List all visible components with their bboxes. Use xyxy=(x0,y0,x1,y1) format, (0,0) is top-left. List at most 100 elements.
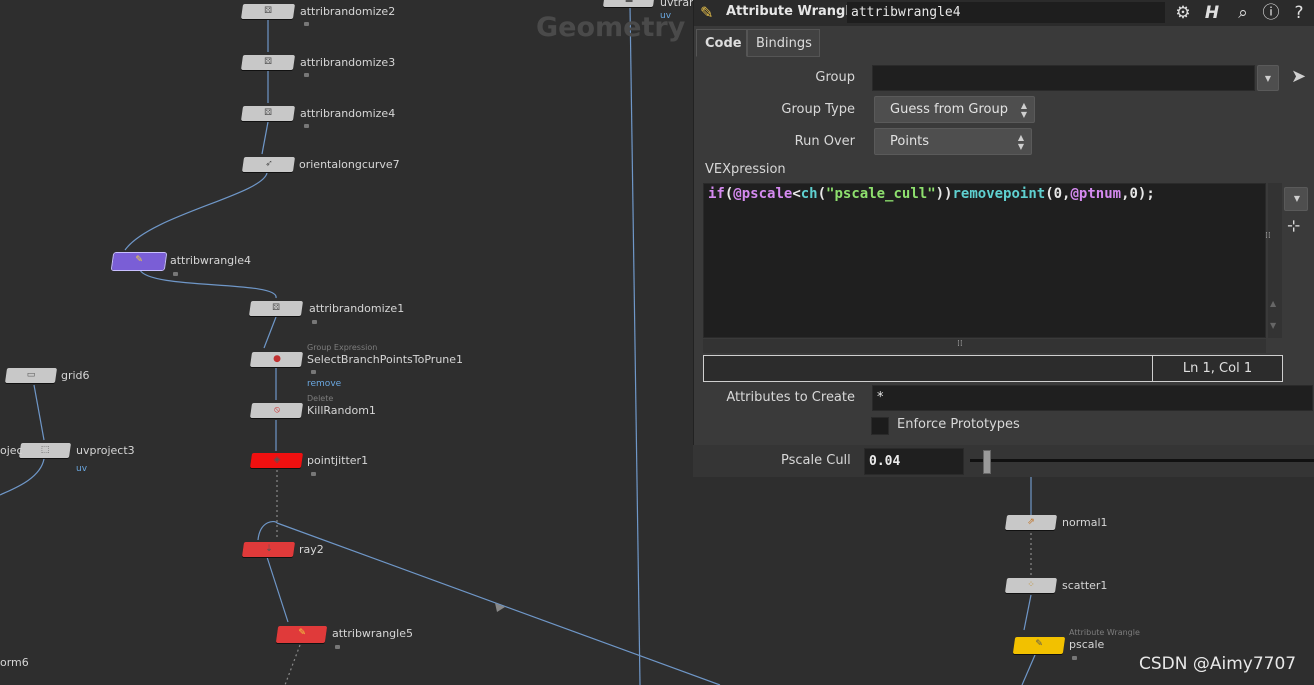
scatter-icon: ⁘ xyxy=(1027,580,1035,590)
node-attribrandomize4[interactable]: ⚄ attribrandomize4 xyxy=(240,106,395,128)
group-input[interactable] xyxy=(872,65,1255,91)
code-token: ,0); xyxy=(1121,186,1155,202)
node-label: orientalongcurve7 xyxy=(299,158,400,171)
wrangle-operator-icon: ✎ xyxy=(700,3,714,22)
node-label: pointjitter1 xyxy=(307,454,369,467)
node-type-hint: Delete xyxy=(307,394,334,403)
houdini-help-icon[interactable]: H xyxy=(1201,2,1223,24)
node-attribrandomize2[interactable]: ⚄ attribrandomize2 xyxy=(240,4,395,26)
node-attribwrangle5[interactable]: ✎ attribwrangle5 xyxy=(275,626,413,649)
cursor-position: Ln 1, Col 1 xyxy=(1152,356,1282,381)
jitter-icon: ◈ xyxy=(273,455,280,465)
curve-icon: ➶ xyxy=(264,159,273,169)
node-label: SelectBranchPointsToPrune1 xyxy=(307,353,464,366)
node-label-partial: ojec xyxy=(0,444,23,457)
run-over-label: Run Over xyxy=(794,134,855,149)
node-label: attribrandomize3 xyxy=(300,56,396,69)
vex-preset-dropdown[interactable]: ▼ xyxy=(1284,187,1308,211)
node-flag-text: remove xyxy=(307,379,342,389)
tab-code[interactable]: Code xyxy=(696,29,747,57)
tab-bindings[interactable]: Bindings xyxy=(747,29,820,57)
attributes-to-create-value: * xyxy=(877,390,884,405)
wrangle-icon: ✎ xyxy=(297,628,306,638)
randomize-icon: ⚄ xyxy=(272,303,280,313)
node-flag-text: uv xyxy=(76,464,88,474)
lock-icon xyxy=(173,272,178,276)
randomize-icon: ⚄ xyxy=(264,6,272,16)
node-label: attribwrangle5 xyxy=(332,627,413,640)
code-token: removepoint xyxy=(952,186,1046,202)
pscale-cull-slider-handle[interactable] xyxy=(983,450,991,474)
node-type-hint: Group Expression xyxy=(307,343,378,352)
node-pointjitter1[interactable]: ◈ pointjitter1 xyxy=(249,453,368,476)
node-label: KillRandom1 xyxy=(307,404,376,417)
delete-icon: ⦸ xyxy=(273,405,280,415)
node-name-field[interactable]: attribwrangle4 xyxy=(847,2,1165,23)
chevron-down-icon: ▼ xyxy=(1264,74,1272,83)
randomize-icon: ⚄ xyxy=(264,108,272,118)
node-ray2[interactable]: ⇣ ray2 xyxy=(241,542,324,557)
node-killrandom[interactable]: ⦸ Delete KillRandom1 xyxy=(249,394,376,418)
enforce-prototypes-checkbox[interactable] xyxy=(871,417,889,435)
lock-icon xyxy=(311,472,316,476)
node-uvproject3[interactable]: ⬚ uvproject3 uv xyxy=(18,443,135,474)
pscale-cull-input[interactable]: 0.04 xyxy=(864,448,964,475)
run-over-value: Points xyxy=(890,134,930,149)
help-icon[interactable]: ? xyxy=(1288,2,1310,24)
lock-icon xyxy=(304,124,309,128)
node-normal1[interactable]: ⇗ normal1 xyxy=(1004,515,1108,530)
resize-grip-icon[interactable]: ⁞⁞ xyxy=(957,339,963,349)
wrangle-icon: ✎ xyxy=(135,255,143,265)
group-type-value: Guess from Group xyxy=(890,102,1008,117)
node-attribrandomize3[interactable]: ⚄ attribrandomize3 xyxy=(240,55,395,77)
node-label-partial: orm6 xyxy=(0,656,29,669)
pscale-cull-row: Pscale Cull 0.04 xyxy=(693,445,1314,477)
editor-vertical-scrollbar[interactable]: ▲ ▼ ⁞⁞ xyxy=(1265,183,1282,338)
cursor-arrow-icon[interactable]: ➤ xyxy=(1291,66,1307,88)
group-dropdown-button[interactable]: ▼ xyxy=(1257,65,1279,91)
node-label: normal1 xyxy=(1062,516,1108,529)
lock-icon xyxy=(311,370,316,374)
node-top-partial[interactable]: ■ uvtran uv xyxy=(602,0,696,21)
attributes-to-create-input[interactable]: * xyxy=(872,385,1313,411)
watermark: CSDN @Aimy7707 xyxy=(1139,654,1297,674)
node-label: pscale xyxy=(1069,638,1105,651)
info-icon[interactable]: ⓘ xyxy=(1260,2,1282,24)
node-flag-text: uv xyxy=(660,11,672,21)
code-token: "pscale_cull" xyxy=(826,186,936,202)
search-icon[interactable]: ⌕ xyxy=(1232,2,1254,24)
lock-icon xyxy=(335,645,340,649)
group-type-menu[interactable]: Guess from Group ▲ ▼ xyxy=(874,96,1035,123)
node-label: attribwrangle4 xyxy=(170,254,251,267)
parameter-header: ✎ Attribute Wrangle attribwrangle4 ⚙ H ⌕… xyxy=(694,0,1314,26)
node-label: uvtran xyxy=(660,0,697,9)
wrangle-icon: ✎ xyxy=(1035,639,1043,649)
add-parameter-icon[interactable]: ⊹ xyxy=(1287,216,1300,235)
pscale-cull-slider[interactable] xyxy=(970,459,1314,462)
code-token: @ptnum xyxy=(1070,186,1122,202)
scroll-down-icon[interactable]: ▼ xyxy=(1270,321,1276,330)
pscale-cull-label: Pscale Cull xyxy=(781,453,851,468)
node-attribrandomize1[interactable]: ⚄ attribrandomize1 xyxy=(248,301,404,324)
vexpression-label: VEXpression xyxy=(705,162,786,177)
node-scatter1[interactable]: ⁘ scatter1 xyxy=(1004,578,1107,593)
node-attribwrangle4[interactable]: ✎ attribwrangle4 xyxy=(110,252,251,276)
node-selectbranch[interactable]: ● Group Expression SelectBranchPointsToP… xyxy=(249,343,463,389)
node-label: attribrandomize4 xyxy=(300,107,396,120)
editor-horizontal-scrollbar[interactable]: ⁞⁞ xyxy=(703,339,1266,353)
node-label: uvproject3 xyxy=(76,444,135,457)
resize-grip-icon[interactable]: ⁞⁞ xyxy=(1265,231,1271,241)
operator-type-label: Attribute Wrangle xyxy=(726,4,859,19)
node-orientalongcurve7[interactable]: ➶ orientalongcurve7 xyxy=(241,157,400,172)
vex-code-editor[interactable]: if(@pscale<ch("pscale_cull"))removepoint… xyxy=(703,183,1266,338)
node-pscale[interactable]: ✎ Attribute Wrangle pscale xyxy=(1012,628,1140,660)
code-token: ch xyxy=(800,186,818,202)
gear-icon[interactable]: ⚙ xyxy=(1172,2,1194,24)
updown-arrows-icon: ▲ ▼ xyxy=(1020,101,1028,119)
run-over-menu[interactable]: Points ▲ ▼ xyxy=(874,128,1032,155)
node-grid6[interactable]: ▭ grid6 xyxy=(4,368,90,383)
grid-icon: ▭ xyxy=(26,370,36,380)
normal-icon: ⇗ xyxy=(1027,517,1035,527)
scroll-up-icon[interactable]: ▲ xyxy=(1270,299,1276,308)
attributes-to-create-label: Attributes to Create xyxy=(726,390,855,405)
